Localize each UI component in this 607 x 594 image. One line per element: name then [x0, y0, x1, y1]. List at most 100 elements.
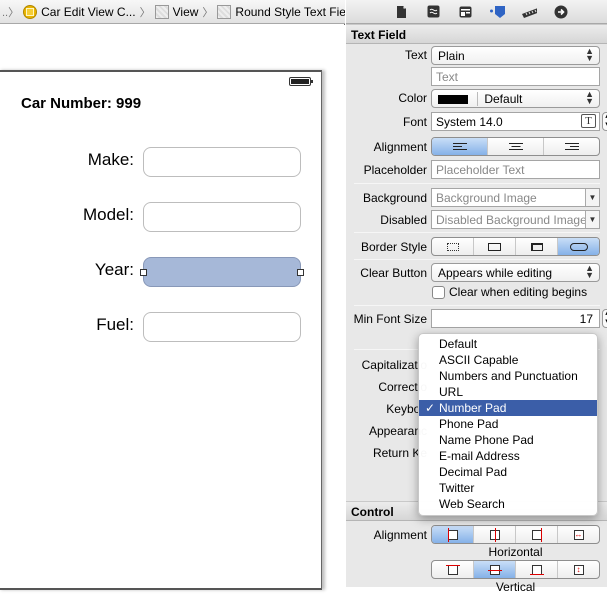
horizontal-alignment-control[interactable]: ↔	[431, 525, 600, 544]
resize-handle-right[interactable]	[297, 269, 304, 276]
align-left-icon[interactable]	[432, 138, 488, 155]
border-bezel-icon[interactable]	[516, 238, 558, 255]
make-text-field[interactable]	[143, 147, 301, 177]
view-controller-icon	[23, 4, 38, 19]
align-right-icon[interactable]	[544, 138, 599, 155]
border-none-icon[interactable]	[432, 238, 474, 255]
h-align-right-icon[interactable]	[516, 526, 558, 543]
chevron-right-icon: 〉	[202, 6, 214, 19]
color-label: Color	[398, 91, 427, 105]
attributes-inspector-icon[interactable]	[489, 4, 506, 20]
text-type-popup[interactable]: Plain ▲ ▼	[431, 46, 600, 65]
placeholder-label: Placeholder	[363, 163, 427, 177]
alignment-segmented-control[interactable]	[431, 137, 600, 156]
divider	[354, 305, 600, 306]
color-popup[interactable]: Default ▲ ▼	[431, 89, 600, 108]
menu-item-decimal-pad[interactable]: Decimal Pad	[419, 464, 597, 480]
year-text-field[interactable]	[140, 257, 304, 287]
font-value: System 14.0	[436, 115, 503, 129]
control-alignment-label: Alignment	[373, 528, 427, 542]
font-label: Font	[402, 115, 427, 129]
view-icon	[154, 4, 169, 19]
clear-button-value: Appears while editing	[438, 266, 553, 280]
fuel-label[interactable]: Fuel:	[96, 315, 134, 335]
min-font-size-label: Min Font Size	[353, 312, 427, 326]
keyboard-type-menu[interactable]: Default ASCII Capable Numbers and Punctu…	[418, 333, 598, 516]
clear-button-label: Clear Button	[360, 266, 427, 280]
resize-handle-left[interactable]	[140, 269, 147, 276]
clear-when-editing-checkbox[interactable]	[432, 286, 445, 299]
fuel-text-field[interactable]	[143, 312, 301, 342]
quick-help-icon[interactable]	[426, 4, 442, 20]
menu-item-name-phone-pad[interactable]: Name Phone Pad	[419, 432, 597, 448]
font-size-stepper[interactable]: ▴ ▾	[602, 112, 607, 131]
car-number-label[interactable]: Car Number: 999	[21, 95, 141, 112]
v-align-center-icon[interactable]	[474, 561, 516, 578]
menu-item-twitter[interactable]: Twitter	[419, 480, 597, 496]
menu-item-web-search[interactable]: Web Search	[419, 496, 597, 512]
background-label: Background	[362, 191, 427, 205]
v-align-fill-icon[interactable]: ↕	[558, 561, 599, 578]
v-align-top-icon[interactable]	[432, 561, 474, 578]
breadcrumb-text-field[interactable]: Round Style Text Field	[215, 4, 345, 19]
h-align-center-icon[interactable]	[474, 526, 516, 543]
text-label: Text	[404, 48, 427, 62]
chevron-right-icon: 〉	[139, 6, 151, 19]
storyboard-canvas-pane: ..〉 Car Edit View C... 〉 View 〉 Round St…	[0, 0, 345, 590]
border-style-segmented-control[interactable]	[431, 237, 600, 256]
v-align-bottom-icon[interactable]	[516, 561, 558, 578]
min-font-size-stepper[interactable]: ▴ ▾	[602, 309, 607, 328]
border-line-icon[interactable]	[474, 238, 516, 255]
chevron-right-icon: ..〉	[2, 6, 20, 19]
breadcrumb-view-controller[interactable]: Car Edit View C...	[21, 4, 137, 19]
year-label[interactable]: Year:	[95, 260, 134, 280]
menu-item-phone-pad[interactable]: Phone Pad	[419, 416, 597, 432]
border-rounded-icon[interactable]	[558, 238, 599, 255]
border-style-label: Border Style	[360, 240, 427, 254]
horizontal-label: Horizontal	[488, 545, 543, 559]
dropdown-arrow-icon[interactable]: ▼	[585, 189, 599, 206]
updown-arrows-icon: ▲ ▼	[585, 263, 594, 280]
min-font-size-field[interactable]: 17	[431, 309, 600, 328]
connections-inspector-icon[interactable]	[553, 4, 569, 20]
align-center-icon[interactable]	[488, 138, 544, 155]
vertical-alignment-control[interactable]: ↕	[431, 560, 600, 579]
inspector-tab-bar	[346, 0, 607, 24]
clear-button-popup[interactable]: Appears while editing ▲ ▼	[431, 263, 600, 282]
make-label[interactable]: Make:	[88, 150, 134, 170]
background-value: Background Image	[436, 191, 537, 205]
disabled-background-combo[interactable]: Disabled Background Image ▼	[431, 210, 600, 229]
h-align-fill-icon[interactable]: ↔	[558, 526, 599, 543]
dropdown-arrow-icon[interactable]: ▼	[585, 211, 599, 228]
menu-item-url[interactable]: URL	[419, 384, 597, 400]
color-value: Default	[477, 92, 523, 106]
battery-icon	[289, 77, 313, 86]
disabled-value: Disabled Background Image	[436, 213, 587, 227]
font-picker-icon[interactable]: T	[581, 114, 596, 128]
h-align-left-icon[interactable]	[432, 526, 474, 543]
clear-when-editing-label: Clear when editing begins	[449, 285, 588, 299]
divider	[354, 259, 600, 260]
text-content-field[interactable]: Text	[431, 67, 600, 86]
file-inspector-icon[interactable]	[394, 4, 410, 20]
menu-item-ascii-capable[interactable]: ASCII Capable	[419, 352, 597, 368]
text-field-section-header[interactable]: Text Field	[346, 24, 607, 44]
breadcrumb-view[interactable]: View	[153, 4, 201, 19]
updown-arrows-icon: ▲ ▼	[585, 89, 594, 106]
model-label[interactable]: Model:	[83, 205, 134, 225]
menu-item-email-address[interactable]: E-mail Address	[419, 448, 597, 464]
background-image-combo[interactable]: Background Image ▼	[431, 188, 600, 207]
model-text-field[interactable]	[143, 202, 301, 232]
iphone-view[interactable]: Car Number: 999 Make: Model: Year: Fuel:	[0, 70, 322, 590]
vertical-label: Vertical	[495, 580, 536, 594]
identity-inspector-icon[interactable]	[458, 4, 474, 20]
jump-bar: ..〉 Car Edit View C... 〉 View 〉 Round St…	[0, 0, 345, 24]
font-field[interactable]: System 14.0 T	[431, 112, 600, 131]
size-inspector-icon[interactable]	[521, 4, 538, 20]
checkmark-icon: ✓	[425, 401, 436, 415]
menu-item-numbers-and-punctuation[interactable]: Numbers and Punctuation	[419, 368, 597, 384]
menu-item-number-pad[interactable]: ✓ Number Pad	[419, 400, 597, 416]
menu-item-default[interactable]: Default	[419, 336, 597, 352]
placeholder-field[interactable]: Placeholder Text	[431, 160, 600, 179]
alignment-label: Alignment	[373, 140, 427, 154]
